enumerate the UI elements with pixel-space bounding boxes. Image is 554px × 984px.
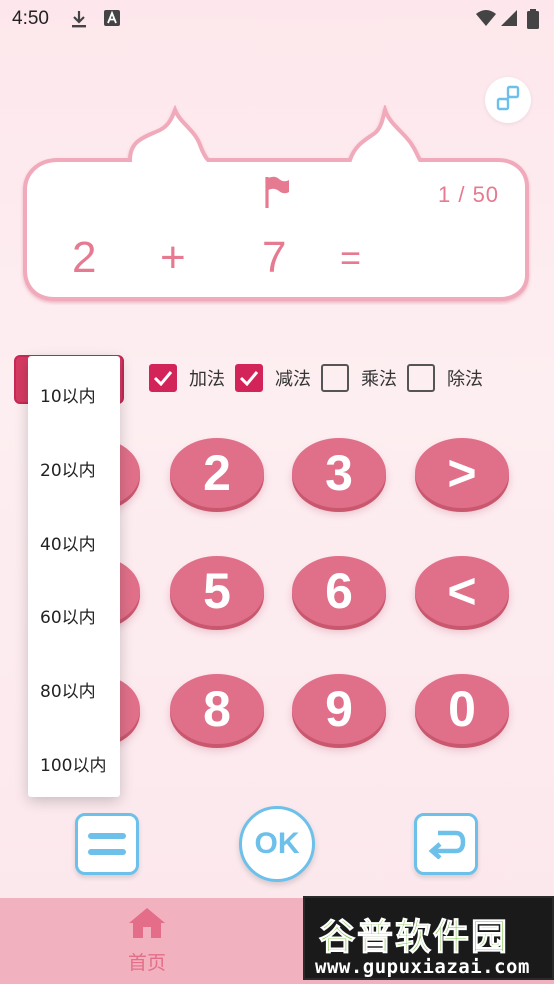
equals-sign: = (340, 237, 362, 278)
key-8[interactable]: 8 (170, 674, 264, 744)
dropdown-item[interactable]: 40以内 (40, 530, 96, 555)
operand-2: 7 (262, 233, 287, 282)
addition-label: 加法 (189, 369, 225, 390)
range-dropdown-menu: 10以内 20以内 40以内 60以内 80以内 100以内 (28, 356, 120, 797)
menu-button[interactable] (75, 813, 139, 875)
multiplication-label: 乘法 (361, 369, 397, 390)
wifi-icon (475, 9, 497, 31)
battery-icon (527, 9, 539, 33)
option-division[interactable]: 除法 (407, 364, 483, 392)
nav-home-label: 首页 (127, 952, 166, 974)
flag-icon[interactable] (263, 175, 291, 213)
key-less-than[interactable]: < (415, 556, 509, 626)
addition-checkbox[interactable] (149, 364, 177, 392)
key-6[interactable]: 6 (292, 556, 386, 626)
multiplication-checkbox[interactable] (321, 364, 349, 392)
dropdown-item[interactable]: 80以内 (40, 677, 96, 702)
status-bar: 4:50 (0, 0, 554, 38)
progress-counter: 1 / 50 (438, 182, 500, 207)
download-icon (70, 9, 88, 33)
undo-button[interactable] (414, 813, 478, 875)
key-5[interactable]: 5 (170, 556, 264, 626)
question-card: 1 / 50 2 + 7 = (20, 105, 532, 305)
division-label: 除法 (447, 369, 483, 390)
option-subtraction[interactable]: 减法 (235, 364, 311, 392)
key-0[interactable]: 0 (415, 674, 509, 744)
undo-icon (426, 825, 466, 863)
dropdown-item[interactable]: 20以内 (40, 456, 96, 481)
ok-button[interactable]: OK (239, 806, 315, 882)
key-3[interactable]: 3 (292, 438, 386, 508)
dropdown-item[interactable]: 100以内 (40, 751, 106, 776)
key-9[interactable]: 9 (292, 674, 386, 744)
check-icon (239, 371, 259, 386)
subtraction-checkbox[interactable] (235, 364, 263, 392)
nav-home[interactable]: 首页 (112, 906, 182, 978)
signal-icon (500, 9, 518, 31)
text-a-icon (104, 9, 120, 31)
menu-icon (88, 833, 126, 839)
menu-icon-bar (88, 849, 126, 855)
operand-1: 2 (72, 233, 97, 282)
operator-symbol: + (160, 233, 186, 282)
option-multiplication[interactable]: 乘法 (321, 364, 397, 392)
watermark-title: 谷普软件园 (318, 917, 510, 959)
option-addition[interactable]: 加法 (149, 364, 225, 392)
division-checkbox[interactable] (407, 364, 435, 392)
key-greater-than[interactable]: > (415, 438, 509, 508)
check-icon (153, 371, 173, 386)
watermark: 谷普软件园 www.gupuxiazai.com (303, 896, 554, 980)
watermark-url: www.gupuxiazai.com (315, 956, 530, 978)
dropdown-item[interactable]: 10以内 (40, 382, 96, 407)
dropdown-item[interactable]: 60以内 (40, 603, 96, 628)
status-time: 4:50 (12, 8, 49, 29)
home-icon (127, 908, 167, 944)
subtraction-label: 减法 (275, 369, 311, 390)
key-2[interactable]: 2 (170, 438, 264, 508)
